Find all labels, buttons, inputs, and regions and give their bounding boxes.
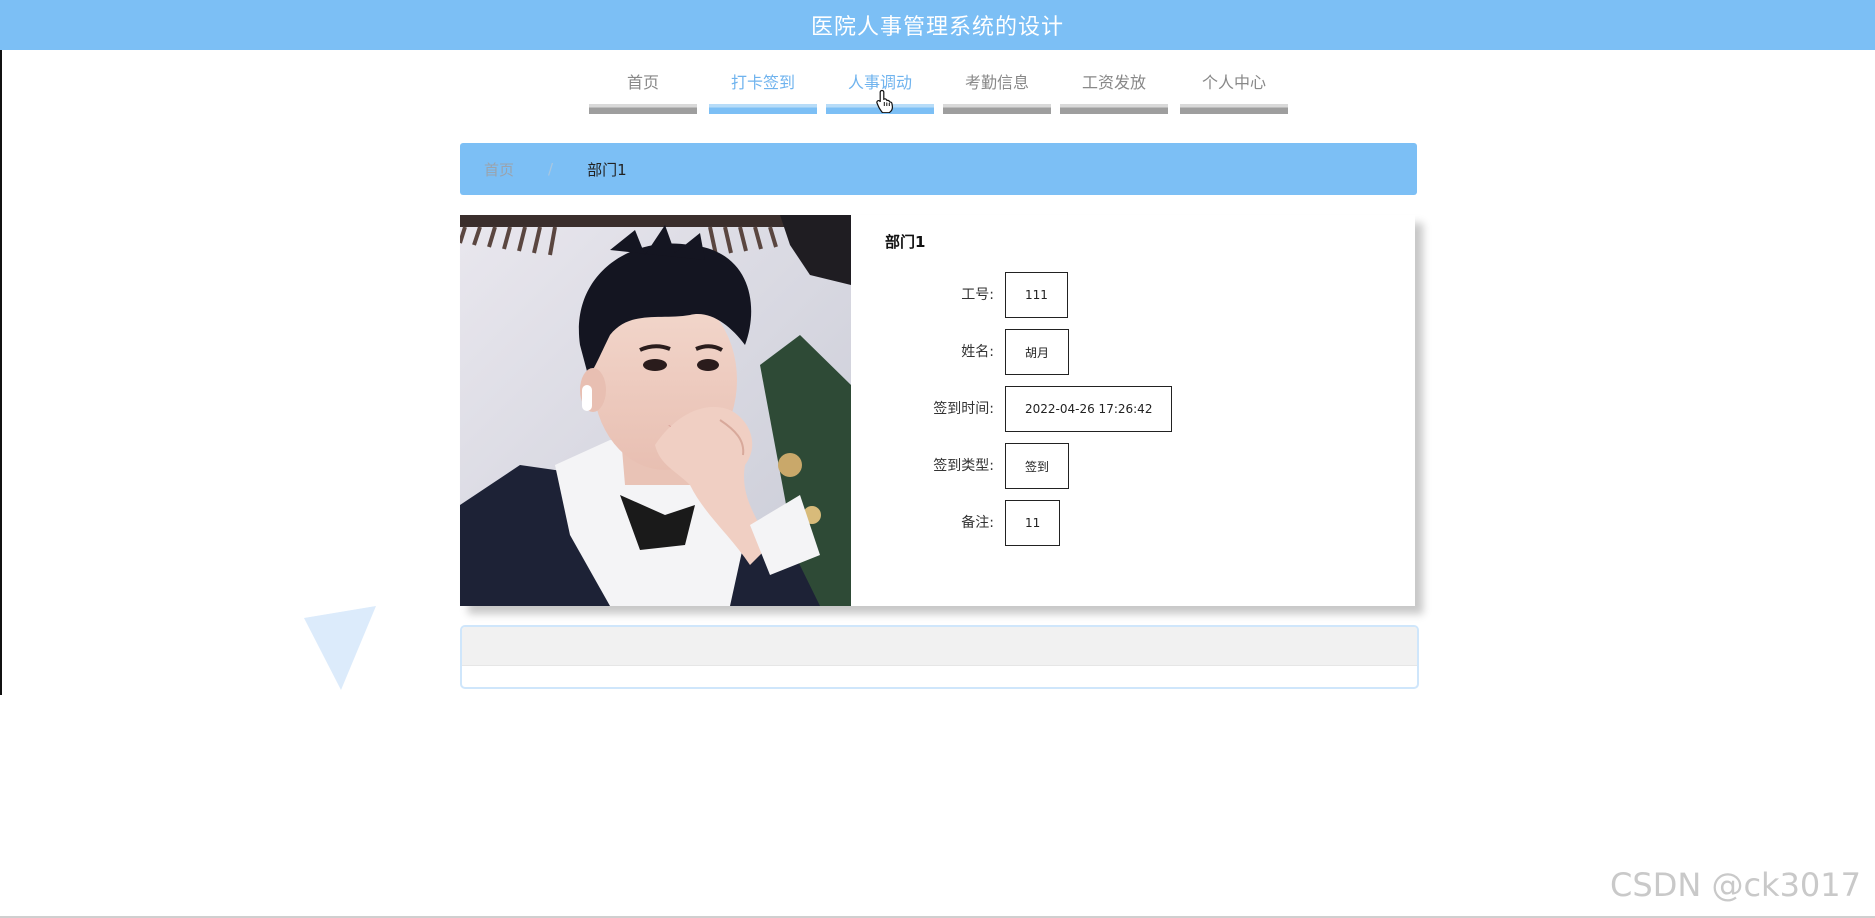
nav-label: 打卡签到 [730,73,795,92]
field-label: 签到时间: [933,401,994,417]
profile-photo [460,215,851,606]
field-row-employee-id: 工号: 111 [885,272,1285,318]
app-title: 医院人事管理系统的设计 [810,15,1064,40]
nav-underline [1180,104,1288,114]
top-nav: 首页 打卡签到 人事调动 考勤信息 工资发放 个人中心 [0,70,1875,116]
detail-title: 部门1 [885,233,926,251]
nav-underline [709,104,817,114]
breadcrumb-separator: / [548,160,554,178]
employee-id-value: 111 [1005,272,1068,318]
name-value: 胡月 [1005,329,1070,375]
nav-item-checkin[interactable]: 打卡签到 [709,70,817,114]
field-row-checkin-time: 签到时间: 2022-04-26 17:26:42 [885,386,1285,432]
nav-label: 考勤信息 [964,73,1029,92]
detail-card: 部门1 工号: 111 姓名: 胡月 签到时间: 2022-04-26 17:2… [460,215,1415,606]
field-label: 备注: [961,515,994,531]
checkin-time-value: 2022-04-26 17:26:42 [1005,386,1173,432]
breadcrumb-home-link[interactable]: 首页 [484,159,514,180]
nav-item-home[interactable]: 首页 [589,70,697,114]
nav-underline [943,104,1051,114]
nav-item-profile[interactable]: 个人中心 [1180,70,1288,114]
header-bar: 医院人事管理系统的设计 [0,0,1875,50]
decorative-triangle-icon [304,606,376,690]
nav-item-attendance[interactable]: 考勤信息 [943,70,1051,114]
nav-underline [1060,104,1168,114]
comment-panel-header [462,627,1417,666]
field-row-checkin-type: 签到类型: 签到 [885,443,1285,489]
nav-item-salary[interactable]: 工资发放 [1060,70,1168,114]
field-label: 工号: [961,287,994,303]
remark-value: 11 [1005,500,1061,546]
field-row-remark: 备注: 11 [885,500,1285,546]
nav-label: 工资发放 [1081,73,1146,92]
hand-cursor-icon [876,89,893,113]
watermark: CSDN @ck3017 [1610,866,1861,904]
field-label: 签到类型: [933,458,994,474]
breadcrumb-current: 部门1 [587,160,627,179]
left-edge-divider [0,50,2,695]
field-label: 姓名: [961,344,994,360]
page: 医院人事管理系统的设计 首页 打卡签到 人事调动 考勤信息 工资发放 个人中心 [0,0,1875,918]
checkin-type-value: 签到 [1005,443,1070,489]
nav-label: 个人中心 [1201,73,1266,92]
comment-panel [460,625,1419,689]
field-row-name: 姓名: 胡月 [885,329,1285,375]
nav-label: 首页 [626,73,659,92]
nav-underline [589,104,697,114]
breadcrumb: 首页 / 部门1 [460,143,1417,195]
